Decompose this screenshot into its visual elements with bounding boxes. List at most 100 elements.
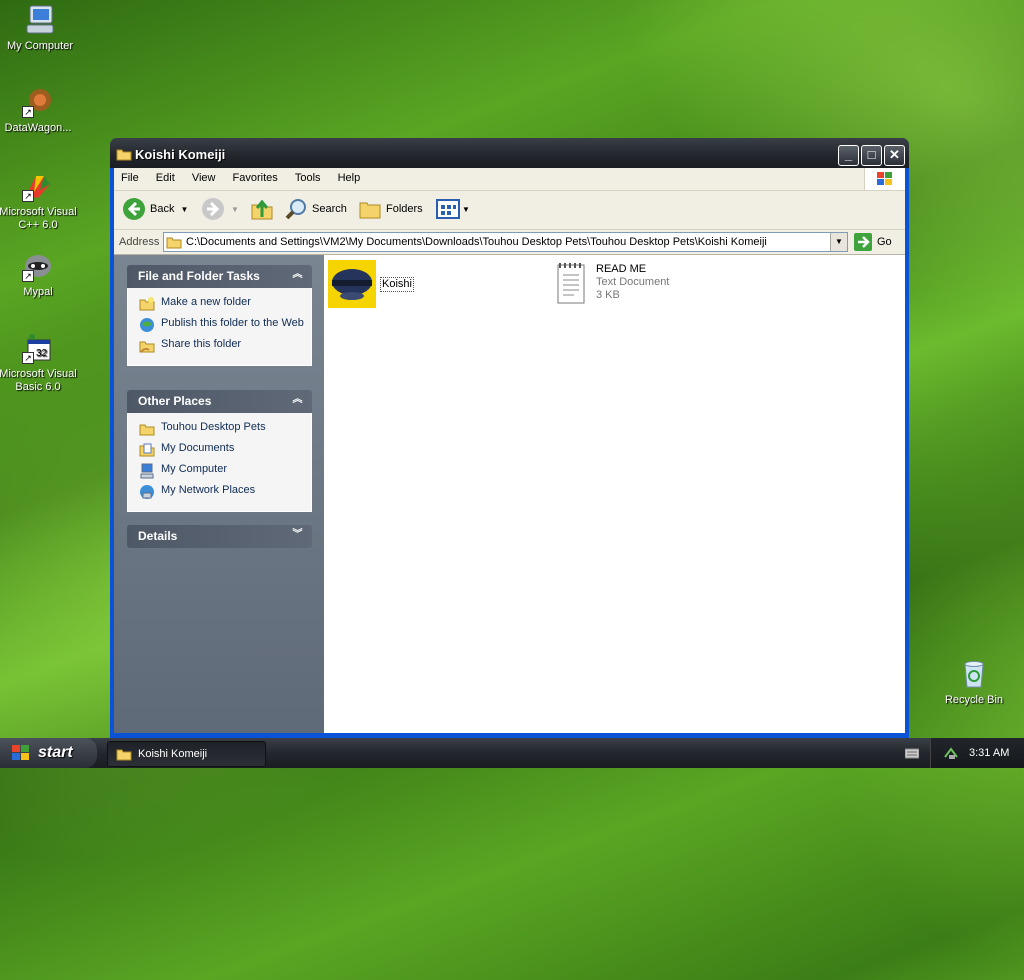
task-make-new-folder[interactable]: Make a new folder bbox=[139, 296, 311, 312]
desktop-icon-label: My Computer bbox=[6, 40, 74, 52]
desktop-icon-label: Microsoft Visual Basic 6.0 bbox=[0, 368, 77, 393]
chevron-down-icon[interactable]: ▼ bbox=[231, 205, 239, 214]
back-label: Back bbox=[150, 203, 175, 215]
go-arrow-icon bbox=[854, 233, 872, 251]
folders-button[interactable]: Folders bbox=[358, 197, 423, 221]
go-button[interactable]: Go bbox=[854, 233, 892, 251]
collapse-chevron-icon[interactable]: ︽ bbox=[291, 269, 304, 282]
desktop-icon-recycle-bin[interactable]: Recycle Bin bbox=[934, 658, 1014, 707]
place-my-documents[interactable]: My Documents bbox=[139, 442, 311, 458]
close-button[interactable]: ✕ bbox=[884, 145, 905, 166]
up-folder-button[interactable] bbox=[250, 197, 274, 221]
taskbar-item-label: Koishi Komeiji bbox=[138, 748, 208, 760]
keyboard-icon[interactable] bbox=[904, 747, 920, 762]
address-label: Address bbox=[119, 236, 160, 248]
windows-logo-icon bbox=[12, 745, 29, 760]
network-icon bbox=[140, 485, 154, 499]
computer-icon bbox=[24, 4, 56, 36]
task-publish-folder[interactable]: Publish this folder to the Web bbox=[139, 317, 311, 333]
maximize-button[interactable]: □ bbox=[861, 145, 882, 166]
views-button[interactable]: ▼ bbox=[436, 197, 470, 221]
start-button[interactable]: start bbox=[0, 738, 97, 768]
file-folder-tasks-header[interactable]: File and Folder Tasks ︽ bbox=[127, 265, 312, 288]
task-pane: File and Folder Tasks ︽ Make a new folde… bbox=[114, 255, 324, 733]
menu-edit[interactable]: Edit bbox=[149, 168, 182, 184]
search-button[interactable]: Search bbox=[284, 197, 347, 221]
collapse-chevron-icon[interactable]: ︽ bbox=[291, 394, 304, 407]
other-places-panel: Other Places ︽ Touhou Desktop Pets My Do… bbox=[127, 390, 312, 512]
place-touhou-desktop-pets[interactable]: Touhou Desktop Pets bbox=[139, 421, 311, 437]
folder-icon bbox=[116, 749, 132, 761]
desktop-icon-datawagon[interactable]: ↗ DataWagon... bbox=[0, 86, 78, 135]
desktop-icon-my-computer[interactable]: My Computer bbox=[0, 4, 80, 53]
computer-icon bbox=[140, 463, 154, 479]
menu-favorites[interactable]: Favorites bbox=[226, 168, 285, 184]
folders-label: Folders bbox=[386, 203, 423, 215]
koishi-image-icon bbox=[328, 260, 376, 308]
file-item-readme[interactable]: READ ME Text Document 3 KB bbox=[554, 261, 669, 307]
other-places-header[interactable]: Other Places ︽ bbox=[127, 390, 312, 413]
desktop-icon-visual-basic[interactable]: 32 ↗ Microsoft Visual Basic 6.0 bbox=[0, 332, 78, 394]
recycle-bin-icon bbox=[958, 658, 990, 690]
details-panel: Details ︾ bbox=[127, 525, 312, 548]
panel-title: Other Places bbox=[138, 394, 212, 408]
toolbar: Back ▼ ▼ Search Folders ▼ bbox=[114, 191, 905, 230]
folder-icon bbox=[166, 237, 182, 249]
desktop-icon-label: Microsoft Visual C++ 6.0 bbox=[0, 206, 77, 231]
folder-icon bbox=[116, 147, 132, 164]
desktop-icon-mypal[interactable]: ↗ Mypal bbox=[0, 250, 78, 299]
forward-arrow-icon bbox=[202, 198, 224, 220]
details-header[interactable]: Details ︾ bbox=[127, 525, 312, 548]
file-item-koishi[interactable]: Koishi bbox=[328, 260, 414, 308]
shortcut-arrow-icon: ↗ bbox=[22, 190, 34, 202]
taskbar-item-koishi-komeiji[interactable]: Koishi Komeiji bbox=[107, 741, 266, 767]
chevron-down-icon[interactable]: ▼ bbox=[180, 205, 188, 214]
chevron-down-icon[interactable]: ▼ bbox=[462, 205, 470, 214]
shortcut-arrow-icon: ↗ bbox=[22, 106, 34, 118]
text-document-icon bbox=[557, 263, 585, 304]
back-button[interactable]: Back ▼ bbox=[122, 197, 188, 221]
shortcut-arrow-icon: ↗ bbox=[22, 352, 34, 364]
views-icon bbox=[436, 199, 460, 219]
file-view: Koishi READ ME Text Document 3 KB bbox=[324, 255, 905, 733]
datawagon-icon: ↗ bbox=[22, 86, 54, 118]
visual-cpp-icon: ↗ bbox=[22, 170, 54, 202]
share-folder-icon bbox=[139, 341, 155, 353]
expand-chevron-icon[interactable]: ︾ bbox=[291, 529, 304, 542]
mypal-icon: ↗ bbox=[22, 250, 54, 282]
menu-view[interactable]: View bbox=[185, 168, 223, 184]
address-input[interactable]: C:\Documents and Settings\VM2\My Documen… bbox=[163, 232, 848, 252]
menu-file[interactable]: File bbox=[114, 168, 146, 184]
network-tray-icon[interactable] bbox=[943, 745, 959, 761]
search-icon bbox=[285, 199, 306, 220]
menu-bar: File Edit View Favorites Tools Help bbox=[114, 168, 905, 191]
desktop-icon-visual-cpp[interactable]: ↗ Microsoft Visual C++ 6.0 bbox=[0, 170, 78, 232]
desktop-icon-label: Recycle Bin bbox=[944, 694, 1004, 706]
menu-help[interactable]: Help bbox=[331, 168, 368, 184]
place-my-computer[interactable]: My Computer bbox=[139, 463, 311, 479]
start-label: start bbox=[38, 744, 73, 761]
svg-text:32: 32 bbox=[36, 348, 48, 359]
address-dropdown-button[interactable]: ▼ bbox=[830, 233, 847, 251]
windows-logo-icon bbox=[864, 168, 905, 190]
menu-tools[interactable]: Tools bbox=[288, 168, 328, 184]
folder-icon bbox=[139, 424, 155, 436]
desktop-icon-label: DataWagon... bbox=[4, 122, 72, 134]
window-title: Koishi Komeiji bbox=[135, 147, 226, 162]
file-folder-tasks-panel: File and Folder Tasks ︽ Make a new folde… bbox=[127, 265, 312, 366]
task-share-folder[interactable]: Share this folder bbox=[139, 338, 311, 354]
place-my-network-places[interactable]: My Network Places bbox=[139, 484, 311, 500]
file-name: Koishi bbox=[380, 277, 414, 292]
system-tray: 3:31 AM bbox=[930, 738, 1024, 768]
forward-button[interactable]: ▼ bbox=[201, 197, 239, 221]
file-name: READ ME bbox=[596, 263, 647, 275]
minimize-button[interactable]: _ bbox=[838, 145, 859, 166]
address-bar: Address C:\Documents and Settings\VM2\My… bbox=[114, 230, 905, 255]
file-size: 3 KB bbox=[596, 289, 620, 301]
panel-title: File and Folder Tasks bbox=[138, 269, 260, 283]
panel-title: Details bbox=[138, 529, 178, 543]
shortcut-arrow-icon: ↗ bbox=[22, 270, 34, 282]
clock[interactable]: 3:31 AM bbox=[969, 747, 1009, 759]
window-titlebar[interactable]: Koishi Komeiji _ □ ✕ bbox=[110, 138, 909, 168]
new-folder-icon bbox=[139, 297, 155, 311]
